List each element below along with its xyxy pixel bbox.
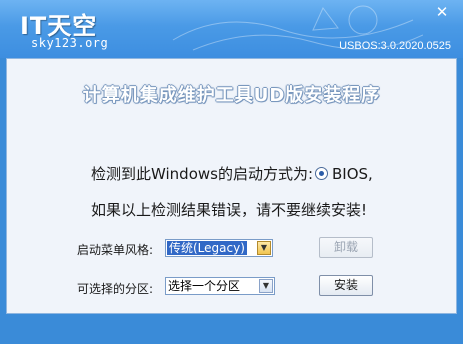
bottom-frame bbox=[0, 314, 463, 344]
close-button[interactable]: ✕ bbox=[433, 4, 451, 20]
chevron-down-icon[interactable]: ▼ bbox=[259, 279, 273, 293]
app-logo-url: sky123.org bbox=[31, 36, 109, 50]
boot-mode-value: BIOS, bbox=[332, 165, 373, 183]
boot-menu-style-value: 传统(Legacy) bbox=[167, 241, 247, 255]
main-panel: 计算机集成维护工具UD版安装程序 检测到此Windows的启动方式为: BIOS,… bbox=[6, 58, 457, 314]
partition-label: 可选择的分区: bbox=[77, 282, 154, 296]
partition-select[interactable]: 选择一个分区 ▼ bbox=[165, 277, 275, 295]
page-title: 计算机集成维护工具UD版安装程序 bbox=[82, 85, 381, 106]
warning-text: 如果以上检测结果错误，请不要继续安装! bbox=[91, 201, 368, 219]
partition-value: 选择一个分区 bbox=[168, 279, 241, 293]
uninstall-button[interactable]: 卸载 bbox=[319, 237, 373, 258]
boot-mode-line: 检测到此Windows的启动方式为: BIOS, bbox=[91, 163, 373, 184]
installer-window: IT天空 sky123.org USBOS:3.0.2020.0525 ✕ 计算… bbox=[0, 0, 463, 344]
install-button[interactable]: 安装 bbox=[319, 275, 373, 296]
boot-menu-style-label: 启动菜单风格: bbox=[77, 243, 154, 257]
close-icon: ✕ bbox=[435, 3, 449, 21]
chevron-down-icon[interactable]: ▼ bbox=[257, 241, 271, 255]
bios-radio[interactable] bbox=[315, 167, 329, 180]
version-label: USBOS:3.0.2020.0525 bbox=[339, 40, 451, 52]
title-bar[interactable]: IT天空 sky123.org USBOS:3.0.2020.0525 ✕ bbox=[0, 0, 463, 58]
boot-mode-prefix: 检测到此Windows的启动方式为: bbox=[91, 165, 314, 183]
boot-menu-style-select[interactable]: 传统(Legacy) ▼ bbox=[165, 239, 273, 257]
